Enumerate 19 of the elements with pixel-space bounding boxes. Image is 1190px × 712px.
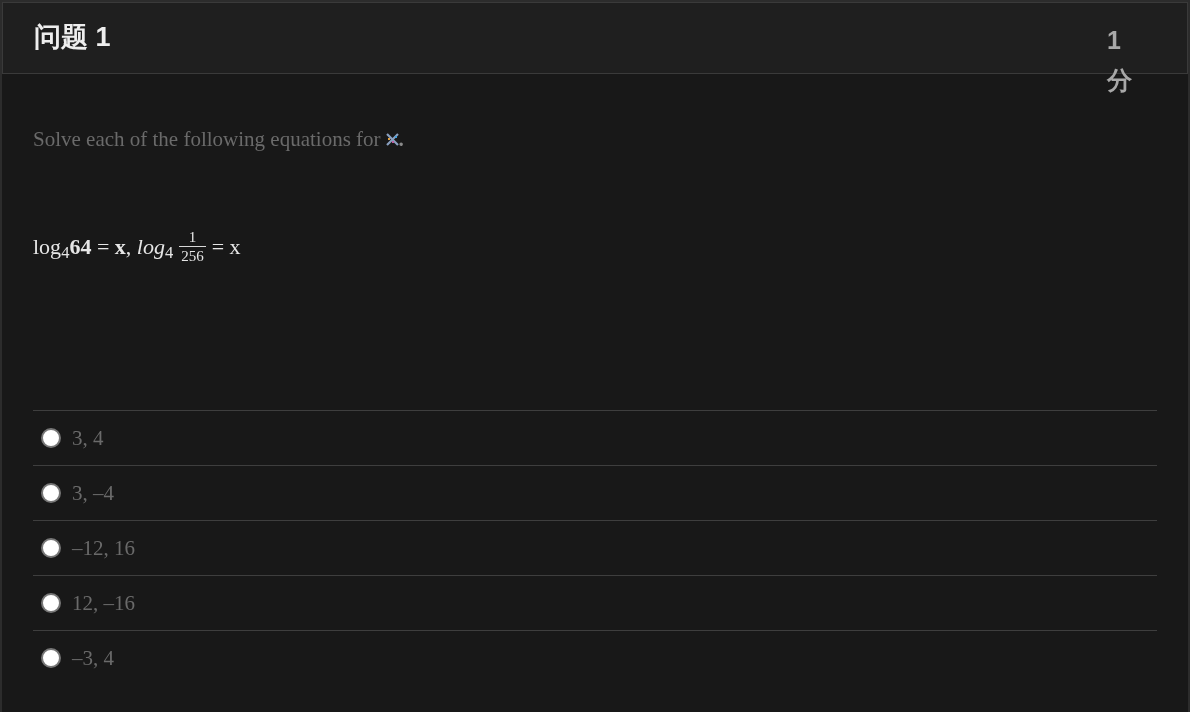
equation-text: = x [211,232,241,261]
equation-text: log$_{4}$64 = x, log$_{4}$ [33,232,174,262]
question-title: 问题 1 [34,21,111,54]
radio-button[interactable] [41,538,61,558]
radio-button[interactable] [41,648,61,668]
radio-button[interactable] [41,428,61,448]
option-label: 3, 4 [72,425,104,452]
points-label: 1 分 [1107,25,1133,96]
radio-button[interactable] [41,593,61,613]
option-label: –12, 16 [72,535,135,562]
question-punctuation: . [398,126,404,153]
fraction-numerator: 1 [187,228,198,246]
option-label: 3, –4 [72,480,114,507]
cross-icon [385,132,399,146]
radio-button[interactable] [41,483,61,503]
option-label: 12, –16 [72,590,135,617]
question-text: Solve each of the following equations for [33,126,381,153]
option-label: –3, 4 [72,645,114,672]
fraction-denominator: 256 [179,246,206,265]
